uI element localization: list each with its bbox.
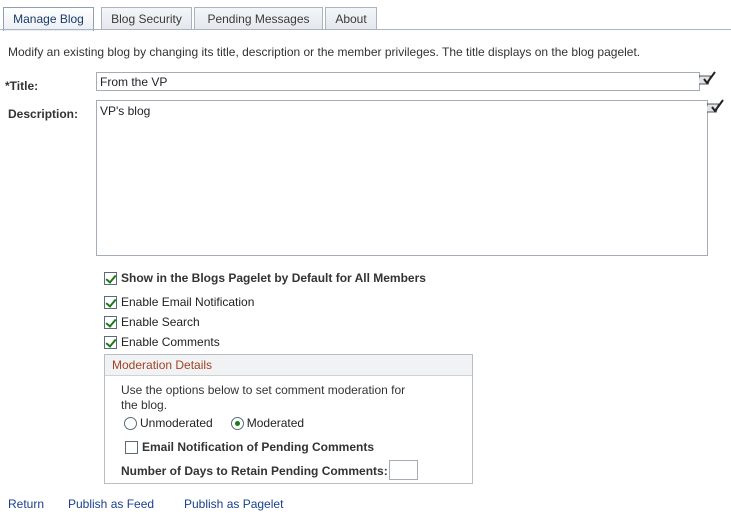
email-notification-row: Enable Email Notification (104, 295, 254, 309)
moderation-radio-group: Unmoderated Moderated (124, 416, 304, 430)
email-pending-row: Email Notification of Pending Comments (125, 440, 374, 454)
email-pending-checkbox[interactable] (125, 440, 138, 454)
days-retain-input[interactable] (389, 460, 418, 480)
email-pending-label: Email Notification of Pending Comments (142, 440, 375, 454)
moderation-description: Use the options below to set comment mod… (121, 383, 406, 412)
tab-manage-blog[interactable]: Manage Blog (3, 7, 94, 31)
tab-pending-messages[interactable]: Pending Messages (194, 7, 323, 30)
spell-check-icon[interactable] (704, 98, 725, 116)
days-retain-label: Number of Days to Retain Pending Comment… (121, 464, 388, 478)
enable-search-row: Enable Search (104, 315, 200, 329)
enable-search-checkbox[interactable] (104, 315, 117, 329)
moderated-radio[interactable] (230, 416, 244, 430)
enable-comments-row: Enable Comments (104, 335, 220, 349)
description-label: Description: (8, 107, 79, 121)
tab-divider (0, 29, 731, 30)
page-description: Modify an existing blog by changing its … (8, 45, 641, 59)
title-label: *Title: (5, 79, 39, 93)
show-in-pagelet-label: Show in the Blogs Pagelet by Default for… (121, 271, 426, 285)
title-input[interactable] (96, 72, 700, 91)
moderation-details-header: Moderation Details (105, 355, 472, 376)
return-link[interactable]: Return (8, 497, 44, 511)
unmoderated-radio[interactable] (124, 416, 137, 430)
email-notification-label: Enable Email Notification (121, 295, 255, 309)
enable-comments-label: Enable Comments (121, 335, 220, 349)
show-in-pagelet-row: Show in the Blogs Pagelet by Default for… (104, 271, 426, 285)
tab-blog-security[interactable]: Blog Security (101, 7, 192, 30)
email-notification-checkbox[interactable] (104, 295, 117, 309)
enable-comments-checkbox[interactable] (104, 335, 117, 349)
spell-check-icon[interactable] (696, 70, 717, 88)
publish-feed-link[interactable]: Publish as Feed (68, 497, 154, 511)
description-textarea[interactable]: VP's blog (96, 100, 708, 256)
tab-about[interactable]: About (325, 7, 377, 30)
enable-search-label: Enable Search (121, 315, 200, 329)
unmoderated-label: Unmoderated (140, 416, 213, 430)
publish-pagelet-link[interactable]: Publish as Pagelet (184, 497, 283, 511)
show-in-pagelet-checkbox[interactable] (104, 271, 117, 285)
moderated-label: Moderated (246, 416, 305, 430)
